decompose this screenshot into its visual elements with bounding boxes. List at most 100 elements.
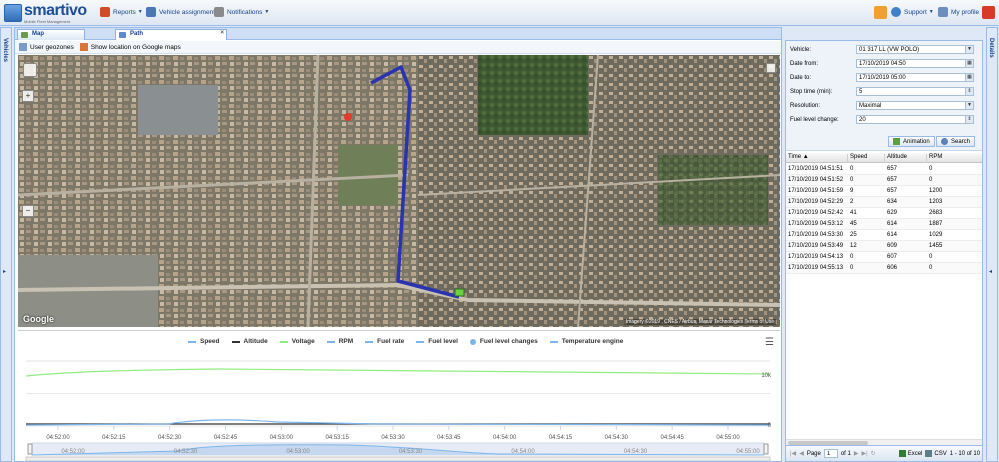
grid-body: 17/10/2019 04:51:51 0 657 0 17/10/2019 04:51… [786, 164, 982, 274]
calendar-icon[interactable]: ▦ [965, 74, 973, 81]
date-from-field[interactable]: 17/10/2019 04:50 ▦ [856, 59, 974, 68]
vehicle-marker[interactable] [454, 288, 465, 297]
details-panel: Vehicle: 01 317 LL (VW POLO) ▼ Date from… [785, 40, 983, 462]
refresh-icon[interactable]: ↻ [871, 450, 876, 457]
tab-map[interactable]: Map [17, 29, 85, 40]
date-from-label: Date from: [790, 61, 819, 67]
fuel-change-field[interactable]: 20 ⇕ [856, 115, 974, 124]
map-layers-icon[interactable] [766, 63, 776, 73]
page-input[interactable] [823, 449, 838, 458]
notifications-menu[interactable]: Notifications ▼ [214, 7, 269, 17]
stop-time-label: Stop time (min): [790, 89, 833, 95]
table-cell: 0 [850, 254, 854, 260]
table-cell: 17/10/2019 04:51:51 [788, 166, 844, 172]
table-row[interactable]: 17/10/2019 04:53:12 45 614 1887 [786, 219, 982, 230]
map-attribution[interactable]: Imagery ©2019 , CNES / Airbus, Maxar Tec… [623, 319, 776, 325]
column-header-time[interactable]: Time ▲ [786, 154, 848, 163]
last-page-icon[interactable]: ▶| [861, 450, 867, 457]
column-header-rpm[interactable]: RPM [927, 154, 982, 163]
table-row[interactable]: 17/10/2019 04:52:42 41 629 2683 [786, 208, 982, 219]
resolution-row: Resolution: [790, 101, 856, 111]
power-icon[interactable] [982, 6, 995, 19]
excel-label: Excel [907, 450, 923, 457]
zoom-in-button[interactable]: + [22, 90, 34, 102]
date-to-row: Date to: [790, 73, 856, 83]
chevron-down-icon[interactable]: ▼ [965, 102, 973, 109]
resolution-label: Resolution: [790, 103, 821, 109]
zoom-out-button[interactable]: − [22, 205, 34, 217]
prev-page-icon[interactable]: ◀ [799, 450, 804, 457]
reports-label: Reports [113, 8, 136, 16]
column-altitude-label: Altitude [887, 154, 908, 160]
table-row[interactable]: 17/10/2019 04:53:30 25 614 1029 [786, 230, 982, 241]
vehicles-tab-label: Vehicles [2, 38, 8, 63]
expand-right-icon[interactable]: ▸ [3, 268, 6, 275]
spinner-icon[interactable]: ⇕ [965, 88, 973, 95]
date-to-field[interactable]: 17/10/2019 05:00 ▦ [856, 73, 974, 82]
table-row[interactable]: 17/10/2019 04:51:51 0 657 0 [786, 164, 982, 175]
map-toolbar: User geozones Show location on Google ma… [15, 41, 781, 54]
alert-icon[interactable] [874, 6, 887, 19]
profile-button[interactable]: My profile [938, 7, 979, 17]
vehicle-select[interactable]: 01 317 LL (VW POLO) ▼ [856, 45, 974, 54]
csv-export-button[interactable]: CSV [925, 450, 947, 457]
first-page-icon[interactable]: |◀ [790, 450, 796, 457]
satellite-map[interactable]: + − Google Imagery ©2019 , CNES / Airbus… [18, 55, 780, 327]
table-row[interactable]: 17/10/2019 04:55:13 0 606 0 [786, 263, 982, 274]
table-cell: 0 [850, 177, 854, 183]
reports-menu[interactable]: Reports ▼ [100, 7, 143, 17]
stop-time-field[interactable]: 5 ⇕ [856, 87, 974, 96]
table-cell: 657 [887, 177, 898, 183]
x-tick-label: 04:54:15 [549, 435, 573, 441]
chevron-down-icon: ▼ [137, 9, 143, 15]
table-cell: 17/10/2019 04:51:59 [788, 188, 844, 194]
table-row[interactable]: 17/10/2019 04:54:13 0 607 0 [786, 252, 982, 263]
street-view-icon[interactable] [23, 63, 37, 77]
column-header-speed[interactable]: Speed [848, 154, 885, 163]
close-icon[interactable]: × [220, 30, 224, 36]
table-row[interactable]: 17/10/2019 04:52:29 2 634 1203 [786, 197, 982, 208]
animation-button[interactable]: Animation [888, 136, 935, 147]
tab-path[interactable]: Path × [115, 29, 227, 40]
next-page-icon[interactable]: ▶ [854, 450, 859, 457]
vehicle-row: Vehicle: [790, 45, 856, 55]
x-tick-label: 04:52:45 [214, 435, 238, 441]
tab-path-label: Path [130, 31, 144, 37]
search-button[interactable]: Search [936, 136, 976, 147]
y-tick-label: 0 [768, 423, 772, 429]
table-cell: 17/10/2019 04:51:52 [788, 177, 844, 183]
table-cell: 17/10/2019 04:52:42 [788, 210, 844, 216]
column-speed-label: Speed [850, 154, 868, 160]
page-count-label: of 1 [840, 450, 851, 457]
start-marker[interactable] [344, 113, 352, 121]
column-header-altitude[interactable]: Altitude [885, 154, 927, 163]
table-row[interactable]: 17/10/2019 04:51:59 9 657 1200 [786, 186, 982, 197]
resolution-select[interactable]: Maximal ▼ [856, 101, 974, 110]
table-cell: 17/10/2019 04:53:30 [788, 232, 844, 238]
date-to-value: 17/10/2019 05:00 [859, 75, 906, 81]
y-tick-label: 10k [761, 373, 772, 379]
table-row[interactable]: 17/10/2019 04:53:49 12 609 1455 [786, 241, 982, 252]
navigator-handle-left [27, 443, 33, 455]
excel-export-button[interactable]: Excel [898, 450, 923, 457]
vehicle-assignment-button[interactable]: Vehicle assignment [146, 7, 215, 17]
table-cell: 2 [850, 199, 854, 205]
telemetry-chart[interactable]: Speed Altitude Voltage RPM Fuel rate Fuel lev… [18, 330, 780, 461]
app-logo[interactable]: smartivo Mobile Fleet Management [4, 2, 87, 24]
csv-icon [925, 450, 933, 457]
table-row[interactable]: 17/10/2019 04:51:52 0 657 0 [786, 175, 982, 186]
user-geozones-button[interactable]: User geozones [19, 43, 74, 51]
x-tick-label: 04:53:15 [325, 435, 349, 441]
vehicles-side-tab[interactable]: Vehicles ▸ [0, 27, 12, 462]
table-cell: 9 [850, 188, 854, 194]
table-cell: 17/10/2019 04:52:29 [788, 199, 844, 205]
expand-left-icon[interactable]: ◂ [989, 268, 992, 275]
navigator-tick-label: 04:53:00 [286, 449, 310, 455]
calendar-icon[interactable]: ▦ [965, 60, 973, 67]
google-maps-button[interactable]: Show location on Google maps [79, 43, 181, 51]
details-side-tab[interactable]: Details ◂ [986, 27, 998, 462]
spinner-icon[interactable]: ⇕ [965, 116, 973, 123]
map-imagery [18, 55, 780, 327]
chevron-down-icon[interactable]: ▼ [965, 46, 973, 53]
support-menu[interactable]: Support ▼ [891, 7, 934, 17]
